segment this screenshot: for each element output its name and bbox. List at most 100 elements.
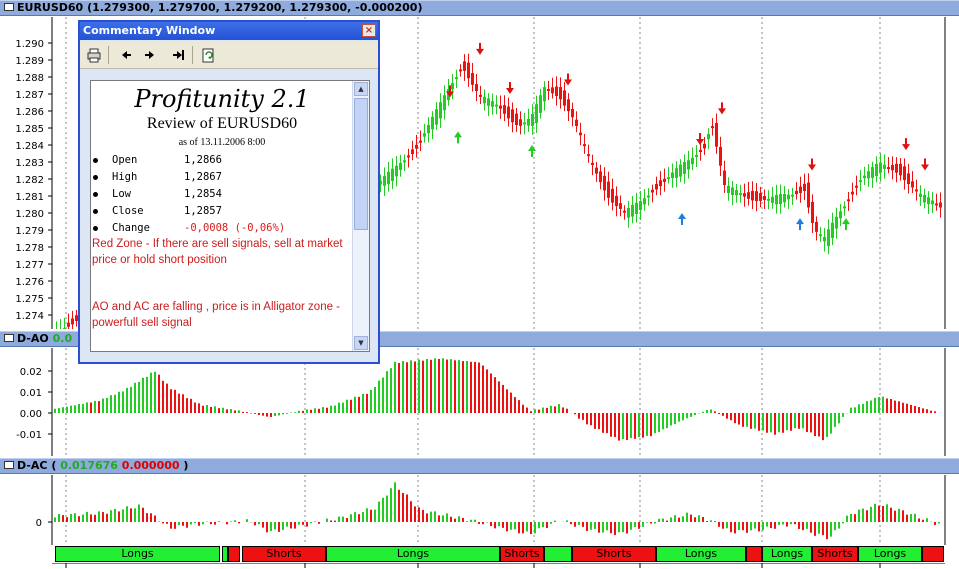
window-menu-icon[interactable] <box>4 3 14 11</box>
shorts-zone <box>746 546 762 562</box>
sell-arrow-icon <box>696 133 704 145</box>
review-timestamp: as of 13.11.2006 8:00 <box>178 137 266 148</box>
candle-body <box>771 196 774 203</box>
candle-body <box>903 166 906 181</box>
candle-body <box>423 133 426 137</box>
candle-body <box>875 163 878 177</box>
y-tick-label: 1.275 <box>15 294 44 305</box>
candle-body <box>511 109 514 123</box>
shorts-zone: Shorts <box>572 546 656 562</box>
candle-body <box>551 87 554 94</box>
commentary-window[interactable]: Commentary Window × Profitunity 2.1 Revi… <box>78 20 380 364</box>
commentary-window-title: Commentary Window <box>83 24 216 37</box>
sell-arrow-icon <box>564 73 572 86</box>
candle-body <box>747 192 750 199</box>
sell-arrow-icon <box>902 138 910 151</box>
candle-body <box>519 119 522 126</box>
candle-body <box>579 132 582 136</box>
candle-body <box>623 210 626 213</box>
window-menu-icon[interactable] <box>4 461 14 469</box>
candle-body <box>695 154 698 158</box>
scroll-up-icon[interactable]: ▲ <box>354 82 368 96</box>
candle-body <box>411 149 414 155</box>
vertical-scrollbar[interactable]: ▲ ▼ <box>352 81 369 351</box>
scroll-down-icon[interactable]: ▼ <box>354 336 368 350</box>
printer-icon[interactable] <box>84 45 104 65</box>
candle-body <box>615 195 618 207</box>
longs-zone: Longs <box>762 546 812 562</box>
candle-body <box>687 160 690 170</box>
candle-body <box>491 101 494 107</box>
candle-body <box>811 201 814 224</box>
buy-arrow-icon <box>796 218 804 231</box>
close-button[interactable]: × <box>362 24 376 37</box>
candle-body <box>611 188 614 203</box>
candle-body <box>783 193 786 203</box>
candle-body <box>659 180 662 187</box>
sell-arrow-icon <box>476 42 484 55</box>
high-label: High <box>112 171 138 183</box>
close-icon: × <box>364 25 374 36</box>
y-tick-label: 0 <box>36 518 42 529</box>
y-tick-label: 1.274 <box>15 311 44 322</box>
candle-body <box>599 171 602 183</box>
candle-body <box>743 193 746 197</box>
candle-body <box>495 104 498 107</box>
candle-body <box>859 180 862 183</box>
candle-body <box>939 202 942 208</box>
commentary-window-titlebar[interactable]: Commentary Window × <box>80 22 378 40</box>
candle-body <box>815 221 818 232</box>
candle-body <box>751 190 754 201</box>
zone-message: Red Zone - If there are sell signals, se… <box>92 238 343 266</box>
ao-histogram[interactable]: 0.02 0.01 0.00 -0.01 <box>0 348 959 456</box>
scrollbar-thumb[interactable] <box>354 98 368 230</box>
candle-body <box>527 118 530 126</box>
candle-body <box>635 202 638 215</box>
candle-body <box>779 193 782 205</box>
y-tick-label: 1.286 <box>15 107 44 118</box>
commentary-content[interactable]: Profitunity 2.1 Review of EURUSD60 as of… <box>90 80 370 352</box>
candle-body <box>675 168 678 178</box>
longs-zone <box>544 546 572 562</box>
ac-pane[interactable]: D-AC ( 0.017676 0.000000 ) 0 <box>0 458 959 546</box>
y-tick-label: 1.281 <box>15 192 44 203</box>
candle-body <box>807 182 810 208</box>
candle-body <box>799 186 802 193</box>
candle-body <box>583 144 586 147</box>
toolbar-separator <box>192 46 193 64</box>
ac-pane-title: D-AC ( 0.017676 0.000000 ) <box>0 458 959 474</box>
sell-arrow-icon <box>921 158 929 171</box>
candle-body <box>899 163 902 176</box>
arrow-left-icon[interactable] <box>116 45 136 65</box>
longs-zone: Longs <box>55 546 220 562</box>
candle-body <box>523 122 526 125</box>
bullet-icon <box>93 157 98 163</box>
candle-body <box>703 143 706 149</box>
high-value: 1,2867 <box>184 171 222 183</box>
candle-body <box>847 199 850 202</box>
candle-body <box>591 162 594 166</box>
candle-body <box>855 185 858 188</box>
candle-body <box>63 328 66 329</box>
ac-value-red: 0.000000 <box>121 459 180 472</box>
window-menu-icon[interactable] <box>4 334 14 342</box>
close-row: Close 1,2857 <box>93 204 222 218</box>
candle-body <box>399 162 402 170</box>
candle-body <box>555 86 558 97</box>
open-value: 1,2866 <box>184 154 222 166</box>
change-label: Change <box>112 222 150 234</box>
y-tick-label: 1.288 <box>15 73 44 84</box>
ac-histogram[interactable]: 0 <box>0 475 959 545</box>
candle-body <box>863 175 866 179</box>
low-value: 1,2854 <box>184 188 222 200</box>
ac-label: D-AC <box>17 459 48 472</box>
candle-body <box>935 203 938 206</box>
refresh-icon[interactable] <box>198 45 218 65</box>
arrow-end-icon[interactable] <box>169 45 189 65</box>
arrow-right-icon[interactable] <box>140 45 160 65</box>
candle-body <box>891 165 894 171</box>
shorts-zone <box>228 546 240 562</box>
candle-body <box>759 192 762 201</box>
longs-zone: Longs <box>858 546 922 562</box>
candle-body <box>871 167 874 178</box>
